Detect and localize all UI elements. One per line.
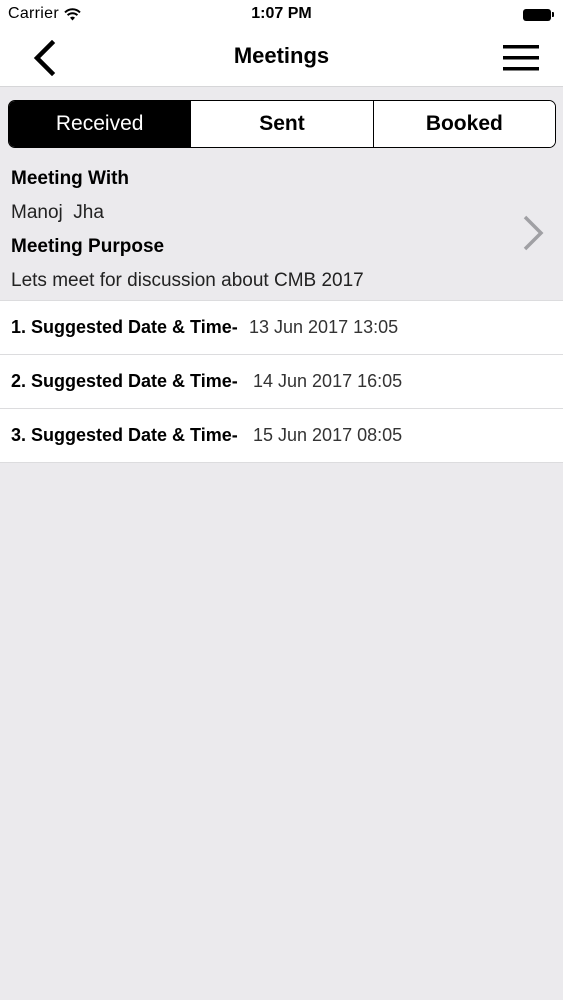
list-item[interactable]: 3. Suggested Date & Time- 15 Jun 2017 08… bbox=[0, 408, 563, 463]
suggested-dates-list: 1. Suggested Date & Time- 13 Jun 2017 13… bbox=[0, 300, 563, 463]
suggestion-label: 3. Suggested Date & Time- bbox=[11, 425, 238, 445]
suggestion-label: 1. Suggested Date & Time- bbox=[11, 317, 238, 337]
list-item[interactable]: 2. Suggested Date & Time- 14 Jun 2017 16… bbox=[0, 354, 563, 408]
meeting-tabs: Received Sent Booked bbox=[8, 100, 556, 148]
nav-bar: Meetings bbox=[0, 30, 563, 87]
status-bar: Carrier 1:07 PM bbox=[0, 0, 563, 30]
status-time: 1:07 PM bbox=[251, 5, 312, 22]
list-item[interactable]: 1. Suggested Date & Time- 13 Jun 2017 13… bbox=[0, 300, 563, 354]
tab-booked[interactable]: Booked bbox=[372, 101, 555, 147]
suggestion-datetime: 14 Jun 2017 16:05 bbox=[253, 371, 403, 391]
suggestion-datetime: 13 Jun 2017 13:05 bbox=[249, 317, 399, 337]
menu-button[interactable] bbox=[499, 39, 543, 77]
hamburger-menu-icon bbox=[503, 45, 539, 71]
meeting-purpose-value: Lets meet for discussion about CMB 2017 bbox=[11, 270, 364, 291]
meeting-with-label: Meeting With bbox=[11, 168, 130, 189]
meeting-card[interactable]: Meeting With Manoj Jha Meeting Purpose L… bbox=[0, 155, 563, 300]
meeting-purpose-label: Meeting Purpose bbox=[11, 236, 165, 257]
tab-sent[interactable]: Sent bbox=[190, 101, 373, 147]
tab-received[interactable]: Received bbox=[9, 101, 191, 147]
chevron-right-icon bbox=[523, 215, 544, 251]
page-title: Meetings bbox=[233, 43, 330, 68]
suggestion-datetime: 15 Jun 2017 08:05 bbox=[253, 425, 403, 445]
battery-icon bbox=[523, 8, 554, 21]
suggestion-label: 2. Suggested Date & Time- bbox=[11, 371, 238, 391]
meeting-with-value: Manoj Jha bbox=[11, 202, 104, 223]
